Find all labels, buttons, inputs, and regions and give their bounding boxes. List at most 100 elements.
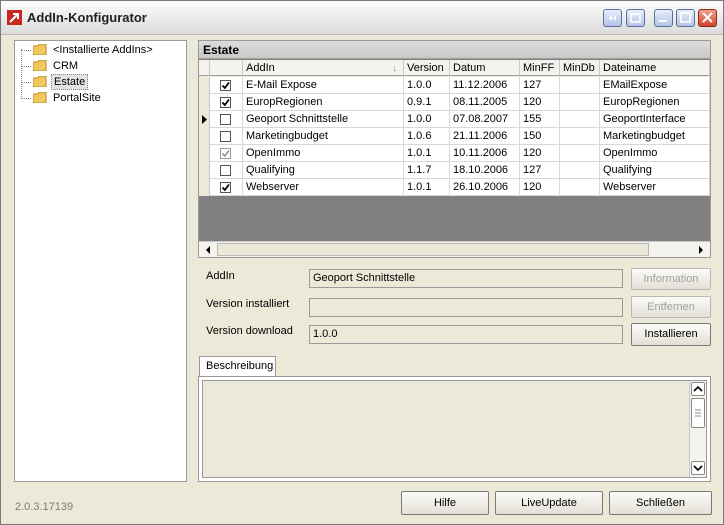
- description-panel: [198, 376, 711, 482]
- install-checkbox[interactable]: [220, 114, 231, 125]
- grid-header: AddIn ↓ Version Datum MinFF MinDb Datein…: [199, 60, 710, 77]
- current-row-arrow-icon: [202, 115, 207, 124]
- cell-mindb: [560, 128, 600, 145]
- table-row[interactable]: EuropRegionen 0.9.1 08.11.2005 120 EuropRegi…: [199, 94, 710, 111]
- checkbox-cell: [210, 77, 243, 94]
- cell-datum: 08.11.2005: [450, 94, 520, 111]
- title-bar[interactable]: AddIn-Konfigurator: [1, 1, 723, 35]
- cell-dateiname: EMailExpose: [600, 77, 710, 94]
- table-row[interactable]: Marketingbudget 1.0.6 21.11.2006 150 Marketi…: [199, 128, 710, 145]
- addin-field[interactable]: Geoport Schnittstelle: [309, 269, 623, 288]
- column-header-dateiname[interactable]: Dateiname: [600, 60, 710, 76]
- header-indicator: [199, 60, 210, 76]
- cell-dateiname: Webserver: [600, 179, 710, 196]
- cell-datum: 07.08.2007: [450, 111, 520, 128]
- tab-description[interactable]: Beschreibung: [199, 356, 276, 377]
- check-icon: [221, 149, 230, 158]
- version-download-field[interactable]: 1.0.0: [309, 325, 623, 344]
- column-header-mindb[interactable]: MinDb: [560, 60, 600, 76]
- app-version: 2.0.3.17139: [15, 501, 74, 513]
- cell-dateiname: GeoportInterface: [600, 111, 710, 128]
- grid-caption: Estate: [199, 41, 710, 59]
- checkbox-cell: [210, 179, 243, 196]
- folder-icon: [33, 92, 47, 103]
- cell-dateiname: Marketingbudget: [600, 128, 710, 145]
- table-row[interactable]: Qualifying 1.1.7 18.10.2006 127 Qualifying: [199, 162, 710, 179]
- row-indicator: [199, 94, 210, 111]
- description-text[interactable]: [202, 380, 707, 478]
- checkbox-cell: [210, 94, 243, 111]
- tree-item-label: CRM: [53, 60, 79, 72]
- cell-addin: Geoport Schnittstelle: [243, 111, 404, 128]
- table-row[interactable]: OpenImmo 1.0.1 10.11.2006 120 OpenImmo: [199, 145, 710, 162]
- table-row[interactable]: Webserver 1.0.1 26.10.2006 120 Webserver: [199, 179, 710, 196]
- table-row[interactable]: E-Mail Expose 1.0.0 11.12.2006 127 EMailExpo…: [199, 77, 710, 94]
- column-header-version[interactable]: Version: [404, 60, 450, 76]
- cell-datum: 18.10.2006: [450, 162, 520, 179]
- tree-item-label: Estate: [51, 74, 89, 90]
- column-header-addin[interactable]: AddIn ↓: [243, 60, 404, 76]
- version-installed-label: Version installiert: [206, 298, 290, 310]
- sort-arrow-icon: ↓: [392, 63, 398, 73]
- close-button[interactable]: Schließen: [609, 491, 712, 515]
- scroll-thumb[interactable]: [217, 243, 649, 256]
- table-row[interactable]: Geoport Schnittstelle 1.0.0 07.08.2007 155 G…: [199, 111, 710, 128]
- restore-layout-icon[interactable]: [626, 9, 645, 27]
- install-checkbox[interactable]: [220, 131, 231, 142]
- cell-dateiname: OpenImmo: [600, 145, 710, 162]
- install-checkbox[interactable]: [220, 80, 231, 91]
- cell-mindb: [560, 162, 600, 179]
- scroll-thumb[interactable]: [691, 398, 705, 428]
- install-checkbox[interactable]: [220, 148, 231, 159]
- cell-version: 0.9.1: [404, 94, 450, 111]
- cell-version: 1.0.0: [404, 111, 450, 128]
- addin-tree[interactable]: <Installierte AddIns> CRM Estate PortalS…: [14, 40, 187, 482]
- row-indicator: [199, 162, 210, 179]
- addin-label: AddIn: [206, 270, 235, 282]
- cell-minff: 127: [520, 162, 560, 179]
- cell-datum: 10.11.2006: [450, 145, 520, 162]
- cell-addin: Webserver: [243, 179, 404, 196]
- cell-dateiname: EuropRegionen: [600, 94, 710, 111]
- cell-mindb: [560, 179, 600, 196]
- information-button[interactable]: Information: [631, 268, 711, 290]
- folder-icon: [33, 60, 47, 71]
- liveupdate-button[interactable]: LiveUpdate: [495, 491, 603, 515]
- folder-icon: [33, 76, 47, 87]
- column-header-minff[interactable]: MinFF: [520, 60, 560, 76]
- cell-datum: 21.11.2006: [450, 128, 520, 145]
- cell-minff: 127: [520, 77, 560, 94]
- checkbox-cell: [210, 162, 243, 179]
- maximize-icon[interactable]: [676, 9, 695, 27]
- scroll-right-icon[interactable]: [694, 243, 708, 257]
- horizontal-scrollbar[interactable]: [199, 241, 710, 257]
- cell-minff: 120: [520, 179, 560, 196]
- cell-mindb: [560, 77, 600, 94]
- scroll-up-icon[interactable]: [691, 382, 705, 396]
- row-indicator: [199, 145, 210, 162]
- tree-item-label: <Installierte AddIns>: [53, 44, 153, 56]
- version-installed-field[interactable]: [309, 298, 623, 317]
- cell-version: 1.0.0: [404, 77, 450, 94]
- install-checkbox[interactable]: [220, 165, 231, 176]
- cell-datum: 26.10.2006: [450, 179, 520, 196]
- close-icon[interactable]: [698, 9, 717, 27]
- remove-button[interactable]: Entfernen: [631, 296, 711, 318]
- back-icon[interactable]: [603, 9, 622, 27]
- row-indicator: [199, 179, 210, 196]
- cell-version: 1.0.6: [404, 128, 450, 145]
- scroll-left-icon[interactable]: [201, 243, 215, 257]
- column-header-datum[interactable]: Datum: [450, 60, 520, 76]
- scroll-down-icon[interactable]: [691, 461, 705, 475]
- checkbox-cell: [210, 145, 243, 162]
- install-button[interactable]: Installieren: [631, 323, 711, 346]
- cell-version: 1.0.1: [404, 145, 450, 162]
- cell-mindb: [560, 94, 600, 111]
- cell-version: 1.1.7: [404, 162, 450, 179]
- help-button[interactable]: Hilfe: [401, 491, 489, 515]
- install-checkbox[interactable]: [220, 97, 231, 108]
- install-checkbox[interactable]: [220, 182, 231, 193]
- minimize-icon[interactable]: [654, 9, 673, 27]
- vertical-scrollbar[interactable]: [689, 381, 706, 477]
- addin-grid[interactable]: Estate AddIn ↓ Version Datum MinFF MinDb…: [198, 40, 711, 258]
